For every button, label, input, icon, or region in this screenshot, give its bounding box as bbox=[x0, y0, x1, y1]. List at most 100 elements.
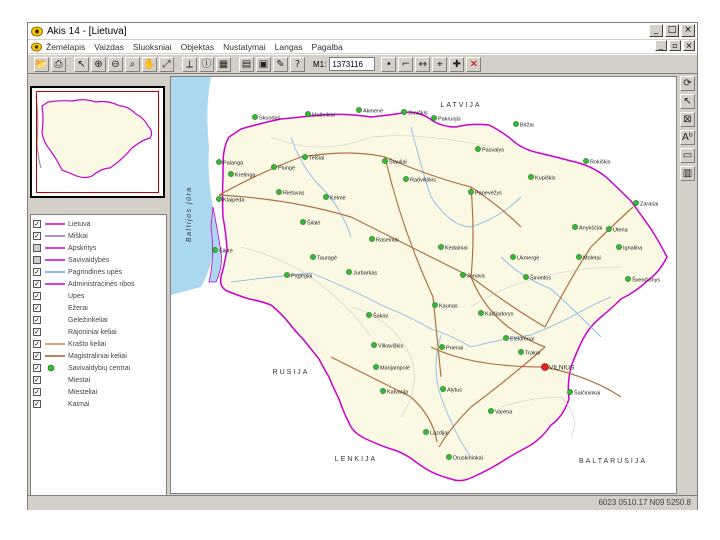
city-dot[interactable] bbox=[423, 429, 429, 435]
legend-layer-row[interactable]: ✓ Ežerai bbox=[33, 303, 88, 313]
city-dot[interactable] bbox=[446, 454, 452, 460]
layout-icon[interactable]: ▣ bbox=[256, 56, 271, 72]
menu-layers[interactable]: Sluoksniai bbox=[133, 42, 172, 52]
layer-visibility-checkbox[interactable]: ✓ bbox=[33, 316, 41, 324]
layer-visibility-checkbox[interactable]: ✓ bbox=[33, 328, 41, 336]
menu-settings[interactable]: Nustatymai bbox=[223, 42, 266, 52]
map-canvas[interactable]: LATVIJA Baltijos jūra RUSIJA LENKIJA BAL… bbox=[170, 76, 677, 494]
overview-map[interactable] bbox=[30, 86, 165, 198]
layer-visibility-checkbox[interactable] bbox=[33, 244, 41, 252]
edit-icon[interactable]: ✎ bbox=[273, 56, 288, 72]
city-dot[interactable] bbox=[228, 171, 234, 177]
capital-dot[interactable] bbox=[541, 363, 549, 371]
city-dot[interactable] bbox=[625, 276, 631, 282]
measure-icon[interactable]: ⟂ bbox=[182, 56, 197, 72]
city-dot[interactable] bbox=[356, 107, 362, 113]
scale-input[interactable] bbox=[329, 57, 376, 71]
pan-hand-icon[interactable]: ✋ bbox=[142, 56, 157, 72]
zoom-out-icon[interactable]: ⊖ bbox=[108, 56, 123, 72]
menu-file[interactable]: Žemėlapis bbox=[46, 42, 85, 52]
legend-layer-row[interactable]: ✓ Kaimai bbox=[33, 399, 89, 409]
layer-visibility-checkbox[interactable]: ✓ bbox=[33, 232, 41, 240]
city-dot[interactable] bbox=[606, 226, 612, 232]
legend-layer-row[interactable]: ✓ Upės bbox=[33, 291, 84, 301]
line-icon[interactable]: ⌐ bbox=[398, 56, 414, 72]
layer-visibility-checkbox[interactable]: ✓ bbox=[33, 400, 41, 408]
layer-visibility-checkbox[interactable]: ✓ bbox=[33, 220, 41, 228]
zoom-extent-icon[interactable]: ⤢ bbox=[159, 56, 174, 72]
label-icon[interactable]: Aᵇ bbox=[680, 130, 695, 145]
city-dot[interactable] bbox=[401, 109, 407, 115]
menu-view[interactable]: Vaizdas bbox=[94, 42, 124, 52]
pointer-icon[interactable]: ↖ bbox=[680, 94, 695, 109]
city-dot[interactable] bbox=[567, 389, 573, 395]
layer-visibility-checkbox[interactable]: ✓ bbox=[33, 388, 41, 396]
legend-layer-row[interactable]: ✓ Lietuva bbox=[33, 219, 91, 229]
point-icon[interactable]: • bbox=[381, 56, 397, 72]
legend-layer-row[interactable]: ✓ Pagrindinės upės bbox=[33, 267, 122, 277]
info-icon[interactable]: ⓘ bbox=[199, 56, 214, 72]
layer-visibility-checkbox[interactable]: ✓ bbox=[33, 364, 41, 372]
city-dot[interactable] bbox=[633, 200, 639, 206]
zoom-in-icon[interactable]: ⊕ bbox=[91, 56, 106, 72]
legend-layer-row[interactable]: ✓ Krašto keliai bbox=[33, 339, 106, 349]
doc-minimize-button[interactable]: _ bbox=[655, 40, 667, 51]
city-dot[interactable] bbox=[300, 219, 306, 225]
layer-visibility-checkbox[interactable]: ✓ bbox=[33, 304, 41, 312]
city-dot[interactable] bbox=[373, 364, 379, 370]
city-dot[interactable] bbox=[366, 312, 372, 318]
grid-icon[interactable]: ▦ bbox=[216, 56, 231, 72]
menu-window[interactable]: Langas bbox=[275, 42, 303, 52]
save-icon[interactable]: ▭ bbox=[680, 148, 695, 163]
print-icon[interactable]: ⎙ bbox=[51, 56, 66, 72]
delete-icon[interactable]: ✕ bbox=[466, 56, 482, 72]
city-dot[interactable] bbox=[346, 269, 352, 275]
city-dot[interactable] bbox=[284, 272, 290, 278]
layer-visibility-checkbox[interactable]: ✓ bbox=[33, 268, 41, 276]
zoom-icon[interactable]: ⌕ bbox=[125, 56, 140, 72]
city-dot[interactable] bbox=[510, 254, 516, 260]
minimize-button[interactable]: _ bbox=[649, 24, 663, 37]
city-dot[interactable] bbox=[216, 196, 222, 202]
layer-visibility-checkbox[interactable]: ✓ bbox=[33, 340, 41, 348]
city-dot[interactable] bbox=[323, 194, 329, 200]
city-dot[interactable] bbox=[382, 158, 388, 164]
refresh-icon[interactable]: ⟳ bbox=[680, 76, 695, 91]
city-dot[interactable] bbox=[616, 244, 622, 250]
map-svg[interactable]: LATVIJA Baltijos jūra RUSIJA LENKIJA BAL… bbox=[171, 77, 677, 494]
layer-visibility-checkbox[interactable]: ✓ bbox=[33, 280, 41, 288]
legend-layer-row[interactable]: ✓ Magistraliniai keliai bbox=[33, 351, 127, 361]
city-dot[interactable] bbox=[431, 115, 437, 121]
move-icon[interactable]: ↔ bbox=[415, 56, 431, 72]
city-dot[interactable] bbox=[475, 146, 481, 152]
table-icon[interactable]: ▤ bbox=[239, 56, 254, 72]
close-button[interactable]: × bbox=[681, 24, 695, 37]
city-dot[interactable] bbox=[432, 302, 438, 308]
city-dot[interactable] bbox=[403, 176, 409, 182]
city-dot[interactable] bbox=[276, 189, 282, 195]
city-dot[interactable] bbox=[302, 154, 308, 160]
layer-visibility-checkbox[interactable]: ✓ bbox=[33, 292, 41, 300]
legend-layer-row[interactable]: ✓ Savivaldybių centrai bbox=[33, 363, 130, 373]
city-dot[interactable] bbox=[478, 310, 484, 316]
city-dot[interactable] bbox=[440, 386, 446, 392]
legend-layer-row[interactable]: Savivaldybės bbox=[33, 255, 109, 265]
menu-object[interactable]: Objektas bbox=[181, 42, 215, 52]
help-icon[interactable]: ? bbox=[290, 56, 305, 72]
city-dot[interactable] bbox=[460, 272, 466, 278]
city-marker[interactable]: VILNIUS bbox=[541, 363, 575, 372]
node-icon[interactable]: ⌖ bbox=[432, 56, 448, 72]
city-dot[interactable] bbox=[583, 158, 589, 164]
city-dot[interactable] bbox=[438, 244, 444, 250]
city-dot[interactable] bbox=[439, 344, 445, 350]
city-dot[interactable] bbox=[305, 111, 311, 117]
add-point-icon[interactable]: ✚ bbox=[449, 56, 465, 72]
menu-help[interactable]: Pagalba bbox=[312, 42, 343, 52]
city-dot[interactable] bbox=[369, 236, 375, 242]
layer-visibility-checkbox[interactable]: ✓ bbox=[33, 352, 41, 360]
city-dot[interactable] bbox=[310, 254, 316, 260]
doc-close-button[interactable]: × bbox=[683, 40, 695, 51]
city-dot[interactable] bbox=[212, 247, 218, 253]
city-dot[interactable] bbox=[216, 159, 222, 165]
city-dot[interactable] bbox=[488, 408, 494, 414]
